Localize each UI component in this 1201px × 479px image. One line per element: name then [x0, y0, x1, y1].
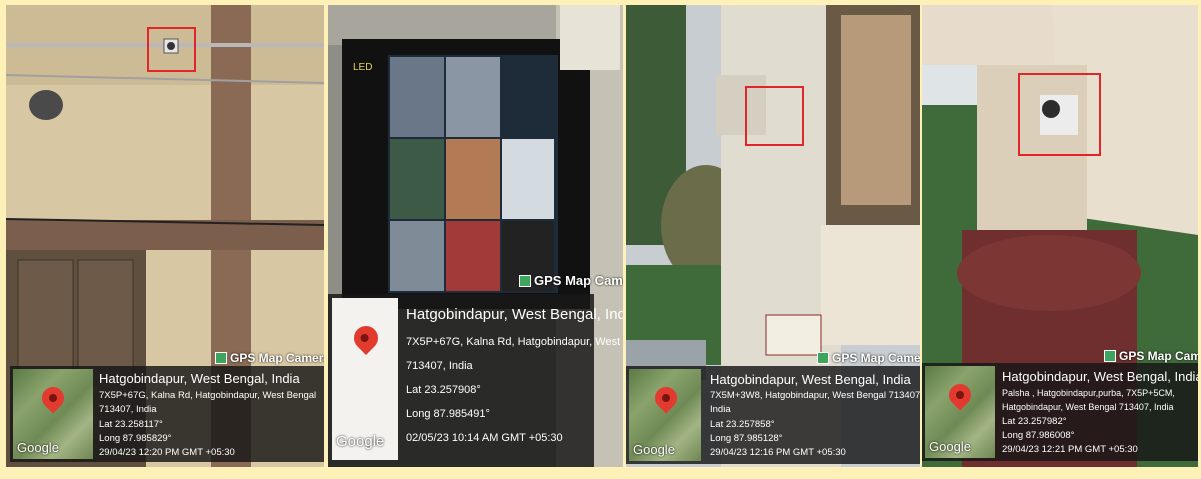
longitude: Long 87.986008° — [1002, 430, 1075, 441]
map-thumbnail: Google — [925, 366, 995, 458]
map-thumbnail: Google — [13, 369, 93, 459]
longitude: Long 87.985829° — [99, 433, 172, 444]
timestamp: 29/04/23 12:21 PM GMT +05:30 — [1002, 444, 1138, 455]
latitude: Lat 23.257908° — [406, 384, 481, 396]
gps-camera-icon — [519, 274, 531, 287]
timestamp: 29/04/23 12:20 PM GMT +05:30 — [99, 447, 235, 458]
led-label: LED — [353, 62, 373, 73]
map-thumbnail: Google — [629, 369, 701, 461]
map-thumbnail: Google — [332, 298, 398, 460]
latitude: Lat 23.257982° — [1002, 416, 1067, 427]
photo-panel-4: GPS Map Camera Google Hatgobindapur, Wes… — [922, 5, 1198, 467]
google-logo: Google — [17, 440, 59, 455]
camera-highlight — [1018, 73, 1101, 156]
address-line-2: India — [710, 404, 731, 415]
gps-brand: GPS Map Camera — [215, 351, 324, 365]
location-title: Hatgobindapur, West Bengal, India — [406, 306, 623, 323]
photo-panel-2: LED GPS Map Camera Google Hatgobindapur,… — [328, 5, 623, 467]
photo-panel-1: GPS Map Camera Google Hatgobindapur, Wes… — [6, 5, 324, 467]
photo-panel-3: GPS Map Camera Google Hatgobindapur, Wes… — [626, 5, 920, 467]
google-logo: Google — [929, 439, 971, 454]
gps-brand: GPS Map Camera — [817, 351, 920, 365]
map-pin-icon — [349, 321, 383, 355]
location-title: Hatgobindapur, West Bengal, India — [99, 371, 300, 386]
address-line-2: 713407, India — [406, 360, 473, 372]
camera-highlight — [745, 86, 804, 146]
location-title: Hatgobindapur, West Bengal, India — [710, 372, 911, 387]
gps-camera-icon — [1104, 350, 1116, 362]
address-line-1: Palsha , Hatgobindapur,purba, 7X5P+5CM, — [1002, 388, 1175, 398]
location-overlay: Google Hatgobindapur, West Bengal, India… — [922, 363, 1198, 461]
latitude: Lat 23.257858° — [710, 419, 775, 430]
address-line-1: 7X5M+3W8, Hatgobindapur, West Bengal 713… — [710, 390, 920, 401]
google-logo: Google — [633, 442, 675, 457]
address-line-2: Hatgobindapur, West Bengal 713407, India — [1002, 402, 1174, 412]
location-overlay: Google Hatgobindapur, West Bengal, India… — [328, 294, 623, 467]
map-pin-icon — [944, 379, 976, 411]
longitude: Long 87.985128° — [710, 433, 783, 444]
gps-brand: GPS Map Camera — [519, 273, 623, 288]
google-logo: Google — [336, 433, 385, 450]
camera-highlight — [147, 27, 196, 72]
address-line-2: 713407, India — [99, 404, 157, 415]
timestamp: 29/04/23 12:16 PM GMT +05:30 — [710, 447, 846, 458]
gps-camera-icon — [817, 352, 829, 364]
gps-brand: GPS Map Camera — [1104, 349, 1198, 363]
map-pin-icon — [37, 382, 69, 414]
location-overlay: Google Hatgobindapur, West Bengal, India… — [626, 366, 920, 464]
map-pin-icon — [650, 382, 682, 414]
timestamp: 02/05/23 10:14 AM GMT +05:30 — [406, 432, 563, 444]
location-overlay: Google Hatgobindapur, West Bengal, India… — [10, 366, 324, 462]
address-line-1: 7X5P+67G, Kalna Rd, Hatgobindapur, West … — [99, 390, 317, 401]
address-line-1: 7X5P+67G, Kalna Rd, Hatgobindapur, West … — [406, 336, 623, 348]
location-title: Hatgobindapur, West Bengal, India — [1002, 369, 1198, 384]
longitude: Long 87.985491° — [406, 408, 490, 420]
gps-camera-icon — [215, 352, 227, 364]
latitude: Lat 23.258117° — [99, 419, 163, 430]
